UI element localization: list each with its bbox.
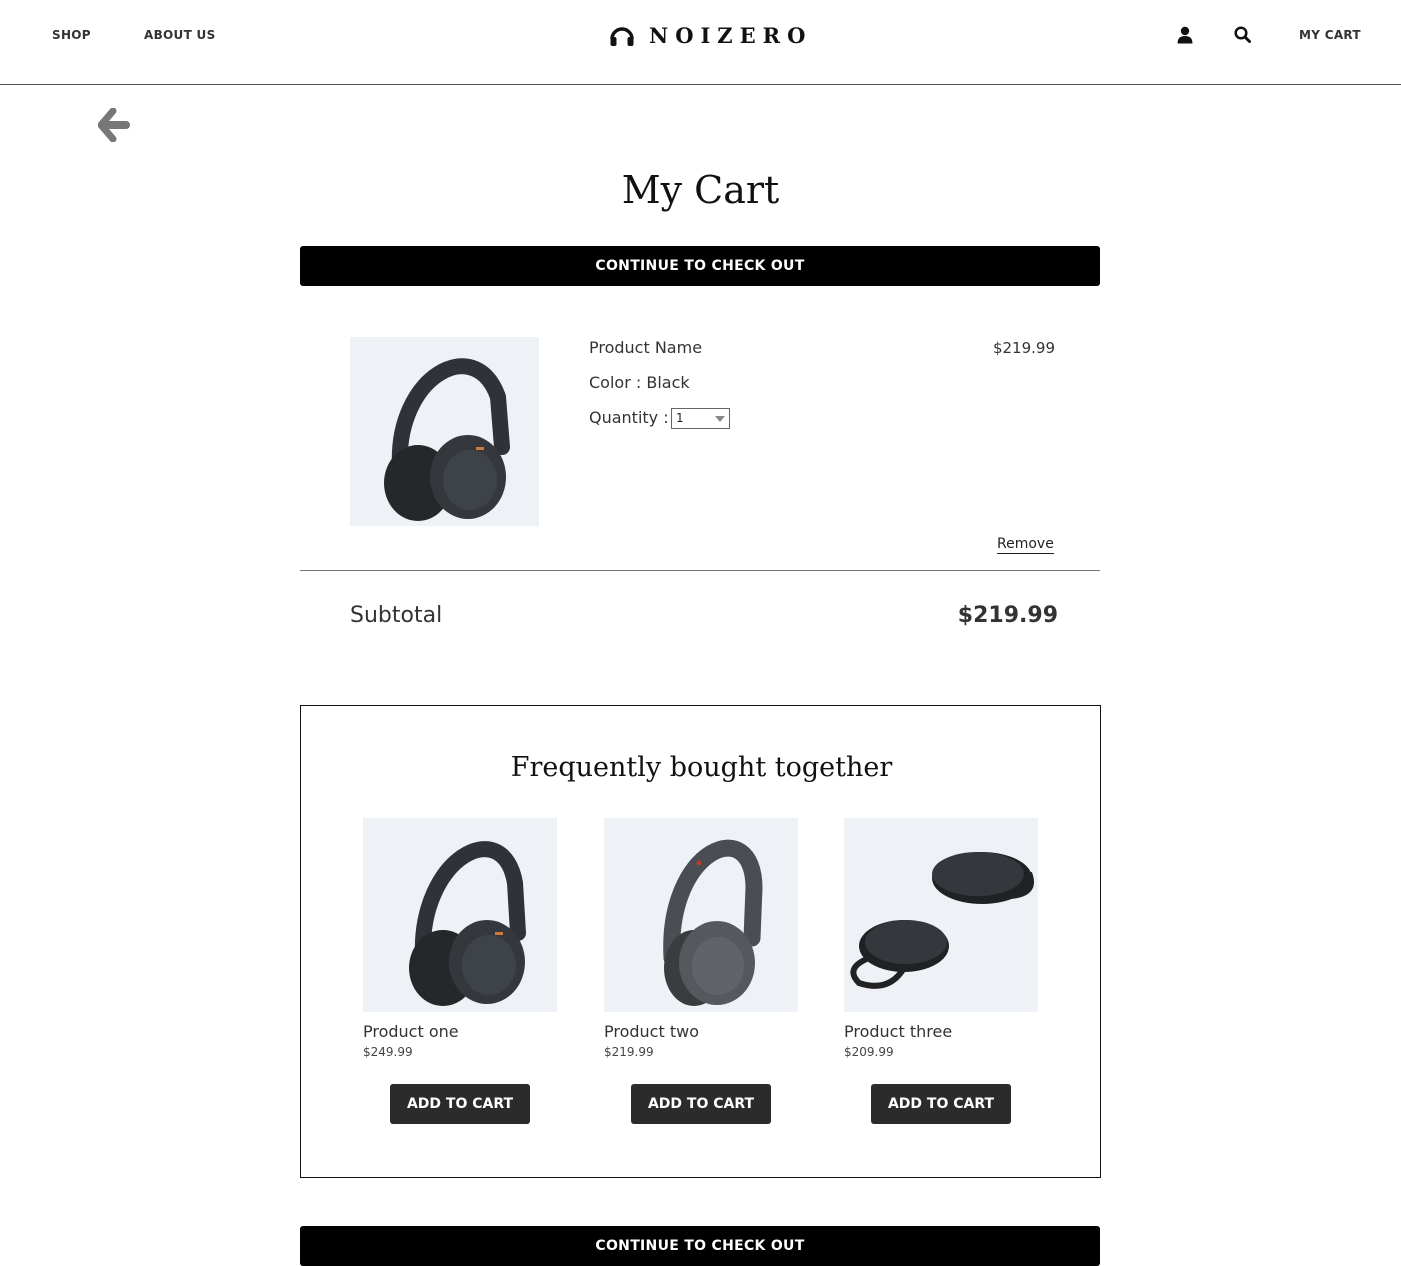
product-name[interactable]: Product two bbox=[604, 1022, 779, 1041]
divider bbox=[300, 570, 1100, 571]
earbuds-product-image bbox=[850, 852, 1034, 989]
cart-item-name[interactable]: Product Name bbox=[589, 338, 702, 357]
my-cart-link[interactable]: MY CART bbox=[1299, 28, 1361, 42]
section-title: Frequently bought together bbox=[510, 752, 893, 783]
add-to-cart-button[interactable]: ADD TO CART bbox=[871, 1084, 1011, 1124]
headphones-logo-icon bbox=[610, 27, 634, 46]
logo-text: NOIZERO bbox=[649, 22, 813, 48]
cart-item-image bbox=[350, 337, 539, 526]
product-card: Product one $249.99 bbox=[363, 818, 557, 1059]
checkout-button-top[interactable]: CONTINUE TO CHECK OUT bbox=[300, 246, 1100, 286]
headphones-product-image bbox=[384, 358, 510, 521]
site-header: SHOP ABOUT US NOIZERO MY CART bbox=[0, 0, 1401, 85]
product-image[interactable] bbox=[844, 818, 1038, 1012]
page-title: My Cart bbox=[621, 168, 780, 212]
subtotal-label: Subtotal bbox=[350, 603, 443, 628]
cart-item-price: $219.99 bbox=[992, 339, 1055, 357]
product-card: Product three $209.99 bbox=[844, 818, 1038, 1059]
product-name[interactable]: Product one bbox=[363, 1022, 538, 1041]
headphones-product-image bbox=[409, 841, 526, 1006]
product-price: $219.99 bbox=[604, 1045, 654, 1059]
search-icon[interactable] bbox=[1234, 26, 1251, 43]
nav-shop-link[interactable]: SHOP bbox=[52, 28, 91, 42]
nav-about-link[interactable]: ABOUT US bbox=[144, 28, 216, 42]
product-image[interactable] bbox=[363, 818, 557, 1012]
chevron-down-icon bbox=[715, 416, 725, 422]
frequently-bought-section: Frequently bought together Product one $… bbox=[300, 705, 1101, 1178]
quantity-select[interactable]: 1 bbox=[671, 408, 730, 429]
logo[interactable]: NOIZERO bbox=[609, 22, 812, 48]
remove-item-link[interactable]: Remove bbox=[997, 536, 1054, 554]
quantity-value: 1 bbox=[676, 411, 684, 425]
product-price: $249.99 bbox=[363, 1045, 413, 1059]
quantity-label: Quantity : bbox=[589, 408, 669, 427]
cart-item-color: Color : Black bbox=[589, 373, 690, 392]
add-to-cart-button[interactable]: ADD TO CART bbox=[631, 1084, 771, 1124]
checkout-button-bottom[interactable]: CONTINUE TO CHECK OUT bbox=[300, 1226, 1100, 1266]
product-price: $209.99 bbox=[844, 1045, 894, 1059]
headphones-product-image bbox=[663, 839, 763, 1006]
user-icon[interactable] bbox=[1177, 26, 1193, 44]
add-to-cart-button[interactable]: ADD TO CART bbox=[390, 1084, 530, 1124]
product-card: Product two $219.99 bbox=[604, 818, 798, 1059]
product-image[interactable] bbox=[604, 818, 798, 1012]
product-name[interactable]: Product three bbox=[844, 1022, 1019, 1041]
back-arrow-icon[interactable] bbox=[98, 108, 130, 142]
subtotal-value: $219.99 bbox=[957, 603, 1058, 628]
